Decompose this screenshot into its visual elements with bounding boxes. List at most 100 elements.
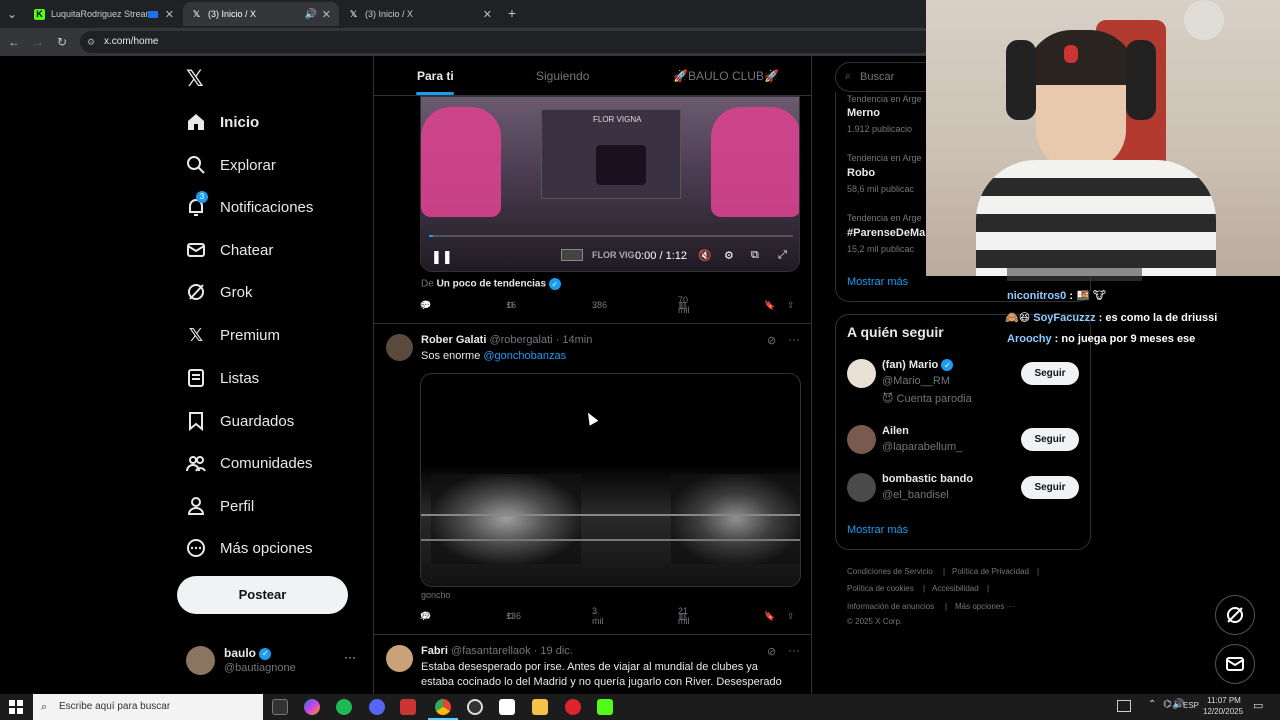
- mute-icon[interactable]: 🔇: [698, 249, 712, 262]
- close-tab-icon[interactable]: ✕: [165, 8, 174, 21]
- more-icon[interactable]: ···: [788, 643, 800, 657]
- tweet-image[interactable]: [420, 373, 801, 587]
- share-icon[interactable]: ⇪: [787, 300, 795, 311]
- chrome-icon[interactable]: [435, 699, 451, 715]
- pause-icon[interactable]: ❚❚: [431, 249, 453, 265]
- site-info-icon[interactable]: ⚙: [87, 31, 95, 53]
- retweet-button[interactable]: ⟲ 136: [506, 611, 521, 622]
- account-switcher[interactable]: baulo ✓ @bautiagnone ···: [186, 644, 366, 678]
- mention-link[interactable]: @gonchobanzas: [483, 350, 566, 362]
- tweet-time[interactable]: · 14min: [556, 334, 593, 346]
- more-icon[interactable]: ···: [344, 650, 356, 664]
- clock-date[interactable]: 12/20/2025: [1203, 707, 1243, 716]
- discord-icon[interactable]: [369, 699, 385, 715]
- tab-siguiendo[interactable]: Siguiendo: [536, 69, 589, 83]
- bookmark-icon[interactable]: 🔖: [764, 300, 775, 311]
- file-explorer-icon[interactable]: [532, 699, 548, 715]
- follow-name[interactable]: Ailen: [882, 425, 909, 437]
- nav-grok[interactable]: Grok: [186, 277, 253, 307]
- settings-icon[interactable]: ⚙: [724, 249, 734, 262]
- opera-icon[interactable]: [565, 699, 581, 715]
- spotify-icon[interactable]: [336, 699, 352, 715]
- like-button[interactable]: ♡ 3 mil: [592, 606, 604, 626]
- avatar[interactable]: [847, 425, 876, 454]
- footer-terms[interactable]: Condiciones de Servicio: [847, 567, 933, 576]
- back-icon[interactable]: ←: [6, 34, 22, 50]
- bookmark-icon[interactable]: 🔖: [764, 611, 775, 622]
- more-icon[interactable]: ···: [788, 332, 800, 346]
- avatar[interactable]: [386, 334, 413, 361]
- clock-time[interactable]: 11:07 PM: [1206, 696, 1242, 705]
- capcut-icon[interactable]: [499, 699, 515, 715]
- taskbar-search-input[interactable]: ⌕ Escribe aquí para buscar: [33, 694, 263, 720]
- forward-icon[interactable]: →: [30, 34, 46, 50]
- nav-comunidades[interactable]: Comunidades: [186, 448, 313, 478]
- author-name[interactable]: Fabri: [421, 645, 448, 657]
- footer-cookies[interactable]: Política de cookies: [847, 584, 914, 593]
- grok-icon[interactable]: ⊘: [767, 645, 776, 658]
- show-more-follow[interactable]: Mostrar más: [847, 524, 908, 536]
- footer-more[interactable]: Más opciones ···: [955, 602, 1015, 611]
- follow-button[interactable]: Seguir: [1021, 428, 1079, 451]
- nav-mas-opciones[interactable]: Más opciones: [186, 533, 313, 563]
- windows-start-icon[interactable]: [9, 700, 23, 714]
- follow-button[interactable]: Seguir: [1021, 362, 1079, 385]
- nav-premium[interactable]: 𝕏 Premium: [186, 320, 280, 350]
- views-button[interactable]: ▥ 70 mil: [678, 295, 690, 315]
- follow-name[interactable]: (fan) Mario ✓: [882, 359, 954, 372]
- video-player[interactable]: FLOR VIGNA ❚❚ FLOR VIG 0:00 / 1:12 🔇 ⚙ ⧉…: [420, 96, 800, 272]
- notifications-icon[interactable]: ▭: [1253, 699, 1263, 712]
- grok-icon[interactable]: ⊘: [767, 334, 776, 347]
- share-icon[interactable]: ⇪: [787, 611, 795, 622]
- nav-notificaciones[interactable]: 3 Notificaciones: [186, 191, 313, 222]
- post-button[interactable]: Postear: [177, 576, 348, 614]
- nav-explorar[interactable]: Explorar: [186, 150, 276, 180]
- network-icon[interactable]: ⌬: [1163, 699, 1172, 710]
- app-icon[interactable]: [400, 699, 416, 715]
- avatar[interactable]: [847, 473, 876, 502]
- footer-accessibility[interactable]: Accesibilidad: [932, 584, 979, 593]
- x-home-logo[interactable]: 𝕏: [186, 66, 208, 91]
- keyboard-icon[interactable]: [1117, 700, 1131, 712]
- follow-name[interactable]: bombastic bando: [882, 473, 973, 485]
- trend-item[interactable]: Merno: [847, 107, 880, 119]
- browser-tab-stream[interactable]: K LuquitaRodriguez Stream - ✕: [26, 2, 182, 26]
- grok-float-button[interactable]: [1215, 595, 1255, 635]
- progress-track[interactable]: [429, 235, 793, 237]
- retweet-button[interactable]: ⟲ 16: [506, 300, 516, 311]
- nav-chatear[interactable]: Chatear: [186, 235, 273, 265]
- nav-inicio[interactable]: Inicio: [186, 107, 259, 137]
- tweet-time[interactable]: · 19 dic.: [534, 645, 573, 657]
- reply-button[interactable]: 💬 6: [420, 300, 431, 311]
- follow-button[interactable]: Seguir: [1021, 476, 1079, 499]
- author-handle[interactable]: @fasantarellaok: [451, 645, 531, 657]
- nav-guardados[interactable]: Guardados: [186, 406, 294, 436]
- reload-icon[interactable]: ↻: [54, 34, 70, 50]
- copilot-icon[interactable]: [304, 699, 320, 715]
- trend-item[interactable]: #ParenseDeMa: [847, 227, 925, 239]
- source-link[interactable]: Un poco de tendencias: [437, 279, 546, 290]
- show-more-trends[interactable]: Mostrar más: [847, 276, 908, 288]
- close-tab-icon[interactable]: ✕: [322, 8, 331, 21]
- views-button[interactable]: ▥ 21 mil: [678, 606, 690, 626]
- close-tab-icon[interactable]: ✕: [483, 8, 492, 21]
- new-tab-button[interactable]: +: [504, 5, 520, 21]
- speaker-icon[interactable]: 🔊: [305, 9, 317, 20]
- nav-perfil[interactable]: Perfil: [186, 491, 254, 521]
- tab-para-ti[interactable]: Para ti: [417, 69, 454, 83]
- task-view-icon[interactable]: [272, 699, 288, 715]
- footer-privacy[interactable]: Política de Privacidad: [952, 567, 1029, 576]
- kick-icon[interactable]: [597, 699, 613, 715]
- nav-listas[interactable]: Listas: [186, 363, 259, 393]
- author-name[interactable]: Rober Galati: [421, 334, 486, 346]
- browser-tab-x-active[interactable]: 𝕏 (3) Inicio / X 🔊 ✕: [183, 2, 339, 26]
- footer-ads-info[interactable]: Información de anuncios: [847, 602, 934, 611]
- author-handle[interactable]: @robergalati: [489, 334, 552, 346]
- fullscreen-icon[interactable]: ⤢: [778, 249, 787, 262]
- pip-icon[interactable]: ⧉: [751, 249, 759, 262]
- obs-icon[interactable]: [467, 699, 483, 715]
- avatar[interactable]: [847, 359, 876, 388]
- avatar[interactable]: [386, 645, 413, 672]
- language-indicator[interactable]: ESP: [1183, 701, 1199, 710]
- tab-search-icon[interactable]: ⌄: [4, 6, 20, 22]
